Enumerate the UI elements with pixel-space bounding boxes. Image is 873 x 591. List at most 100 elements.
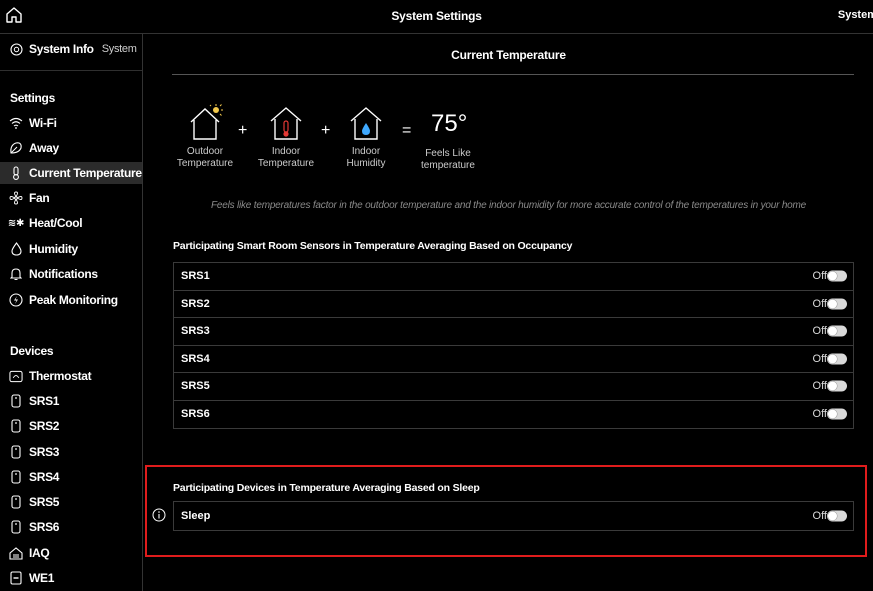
- sidebar-item-label: SRS2: [29, 419, 60, 433]
- srs3-toggle[interactable]: [827, 325, 847, 337]
- sidebar-item-notifications[interactable]: Notifications: [0, 263, 142, 285]
- wifi-icon: [9, 116, 23, 130]
- sidebar-item-label: SRS4: [29, 470, 60, 484]
- occupancy-sensor-table: SRS1 Off SRS2 Off SRS3 Off SRS4 Off SRS5…: [173, 262, 854, 429]
- indoor-humidity-item: Indoor Humidity: [335, 104, 397, 170]
- outdoor-temperature-label: Outdoor Temperature: [176, 146, 234, 169]
- feels-like-formula: Outdoor Temperature + Indoor Temperature…: [144, 104, 873, 184]
- sidebar-item-label: SRS3: [29, 445, 60, 459]
- sidebar-item-srs6[interactable]: SRS6: [0, 516, 142, 538]
- toggle-state: Off: [812, 325, 827, 338]
- table-row: SRS2 Off: [174, 291, 853, 318]
- sidebar-item-we1[interactable]: WE1: [0, 567, 142, 589]
- sleep-device-table: Sleep Off: [173, 501, 854, 531]
- sidebar-item-label: SRS6: [29, 520, 60, 534]
- feels-like-value: 75°: [431, 110, 468, 137]
- feels-like-note: Feels like temperatures factor in the ou…: [210, 200, 807, 211]
- sidebar-item-wifi[interactable]: Wi-Fi: [0, 112, 142, 134]
- sidebar-item-humidity[interactable]: Humidity: [0, 238, 142, 260]
- sidebar-item-srs1[interactable]: SRS1: [0, 390, 142, 412]
- sidebar-item-current-temperature[interactable]: Current Temperature: [0, 162, 142, 184]
- sidebar-item-thermostat[interactable]: Thermostat: [0, 365, 142, 387]
- toggle-state: Off: [812, 352, 827, 365]
- srs2-toggle[interactable]: [827, 298, 847, 310]
- sidebar-item-label: SRS5: [29, 495, 60, 509]
- equals-sign: =: [402, 122, 412, 139]
- sensor-icon: [9, 495, 23, 509]
- indoor-temperature-label: Indoor Temperature: [257, 146, 315, 169]
- sidebar-item-srs2[interactable]: SRS2: [0, 415, 142, 437]
- thermometer-icon: [9, 166, 23, 180]
- section-title: Current Temperature: [451, 48, 566, 62]
- indoor-house-thermometer-icon: [270, 107, 302, 140]
- sidebar-item-label: Fan: [29, 191, 50, 205]
- sidebar-item-iaq[interactable]: IAQ: [0, 542, 142, 564]
- table-row: SRS5 Off: [174, 373, 853, 401]
- srs4-toggle[interactable]: [827, 353, 847, 365]
- sensor-icon: [9, 419, 23, 433]
- row-label: SRS5: [181, 380, 210, 393]
- title-divider: [172, 74, 854, 75]
- row-label: SRS2: [181, 297, 210, 310]
- away-icon: [9, 141, 23, 155]
- indoor-temperature-item: Indoor Temperature: [255, 104, 317, 170]
- info-icon[interactable]: [152, 508, 166, 522]
- sidebar-item-fan[interactable]: Fan: [0, 187, 142, 209]
- srs1-toggle[interactable]: [827, 270, 847, 282]
- thermostat-icon: [9, 369, 23, 383]
- sidebar-item-sublabel: System: [101, 43, 137, 55]
- sidebar-item-label: System Info: [29, 42, 94, 56]
- sidebar-item-label: Away: [29, 141, 59, 155]
- top-bar: System Settings System: [0, 0, 873, 34]
- toggle-state: Off: [812, 509, 827, 522]
- sidebar-item-label: Wi-Fi: [29, 116, 57, 130]
- row-label: SRS4: [181, 352, 210, 365]
- row-label: SRS3: [181, 325, 210, 338]
- outdoor-temperature-item: Outdoor Temperature: [174, 104, 236, 170]
- table-row: SRS6 Off: [174, 401, 853, 429]
- row-label: SRS1: [181, 270, 210, 283]
- sidebar-item-label: WE1: [29, 571, 55, 585]
- row-label: Sleep: [181, 509, 211, 522]
- sidebar-item-peak-monitoring[interactable]: Peak Monitoring: [0, 289, 142, 311]
- iaq-icon: [9, 546, 23, 560]
- sidebar-item-label: Heat/Cool: [29, 216, 83, 230]
- srs6-toggle[interactable]: [827, 408, 847, 420]
- we1-icon: [9, 571, 23, 585]
- outdoor-house-sun-icon: [190, 104, 223, 140]
- sidebar-item-srs4[interactable]: SRS4: [0, 466, 142, 488]
- sidebar-item-system-info[interactable]: System Info System: [0, 38, 142, 60]
- sidebar-divider: [0, 70, 142, 71]
- top-right-label[interactable]: System: [838, 9, 873, 21]
- sidebar-item-label: Humidity: [29, 242, 78, 256]
- heat-cool-icon: ≋✱: [7, 217, 25, 229]
- system-info-icon: [9, 42, 23, 56]
- settings-section-header: Settings: [10, 91, 55, 105]
- sidebar-item-label: Thermostat: [29, 369, 92, 383]
- sidebar-item-heat-cool[interactable]: ≋✱ Heat/Cool: [0, 212, 142, 234]
- bell-icon: [9, 267, 23, 281]
- sleep-section-title: Participating Devices in Temperature Ave…: [173, 482, 480, 494]
- feels-like-label: Feels Like temperature: [421, 148, 475, 171]
- page-title: System Settings: [391, 9, 482, 23]
- sidebar-item-srs3[interactable]: SRS3: [0, 441, 142, 463]
- sleep-toggle[interactable]: [827, 510, 847, 522]
- sidebar-item-label: Current Temperature: [29, 166, 142, 180]
- srs5-toggle[interactable]: [827, 380, 847, 392]
- table-row: SRS1 Off: [174, 263, 853, 291]
- table-row: SRS3 Off: [174, 318, 853, 346]
- peak-icon: [9, 293, 23, 307]
- plus-sign: +: [321, 122, 331, 139]
- main-panel: Current Temperature Outdoor Temperature …: [144, 34, 873, 591]
- occupancy-section-title: Participating Smart Room Sensors in Temp…: [173, 240, 573, 252]
- toggle-state: Off: [812, 297, 827, 310]
- toggle-state: Off: [812, 270, 827, 283]
- sensor-icon: [9, 470, 23, 484]
- sidebar-item-away[interactable]: Away: [0, 137, 142, 159]
- devices-section-header: Devices: [10, 344, 54, 358]
- sidebar-item-srs5[interactable]: SRS5: [0, 491, 142, 513]
- table-row: SRS4 Off: [174, 346, 853, 373]
- sensor-icon: [9, 394, 23, 408]
- sidebar-item-label: SRS1: [29, 394, 60, 408]
- sidebar-item-label: IAQ: [29, 546, 50, 560]
